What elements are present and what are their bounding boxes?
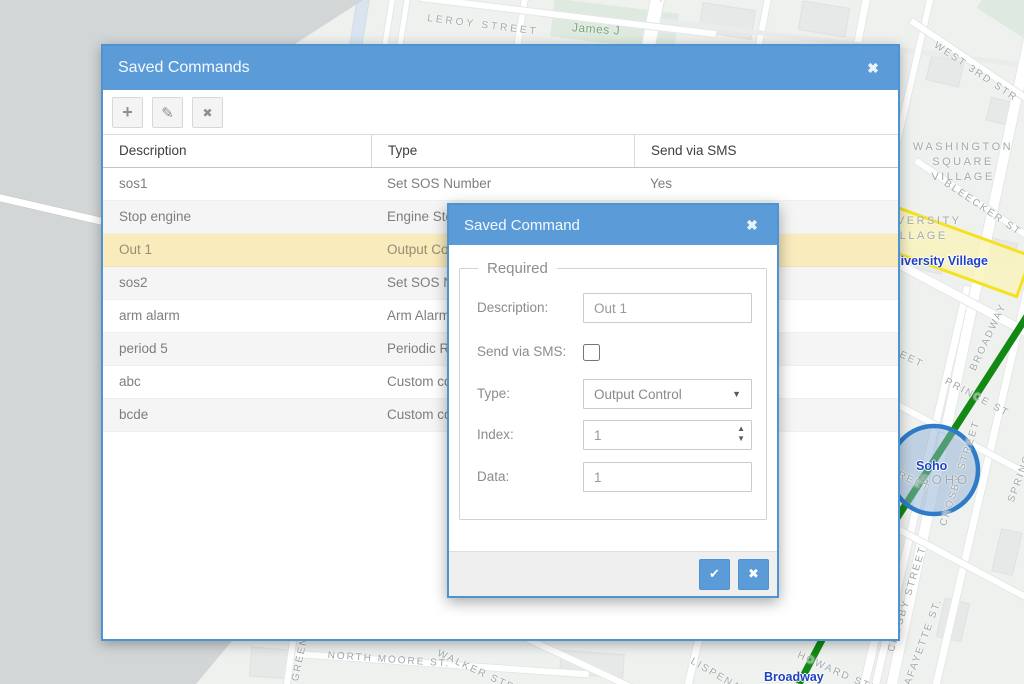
data-input[interactable] <box>583 462 752 492</box>
cell-description: abc <box>103 366 371 398</box>
type-label: Type: <box>477 379 510 409</box>
screen: LEROY STREET James J WEST 3RD STR BLEECK… <box>0 0 1024 684</box>
cell-sms: Yes <box>634 168 898 200</box>
sms-label: Send via SMS: <box>477 337 566 367</box>
index-row: Index: ▲ ▼ <box>460 420 766 450</box>
cell-description: bcde <box>103 399 371 431</box>
poi-label-soho: Soho <box>916 459 947 473</box>
commands-toolbar: + ✎ ✖ <box>103 90 898 135</box>
area-label-washington-square-village: WASHINGTON SQUARE VILLAGE <box>898 140 1024 185</box>
x-icon: ✖ <box>202 106 212 120</box>
x-icon: ✖ <box>748 566 759 582</box>
required-fieldset: Required Description: Send via SMS: Type… <box>459 260 767 520</box>
index-spinner[interactable]: ▲ ▼ <box>737 424 745 444</box>
saved-command-titlebar: Saved Command ✖ <box>449 205 777 245</box>
window-title: Saved Commands <box>103 59 250 77</box>
description-row: Description: <box>460 293 766 323</box>
check-icon: ✔ <box>709 566 720 582</box>
column-header-description[interactable]: Description <box>103 135 371 167</box>
spin-up-icon[interactable]: ▲ <box>737 424 745 434</box>
cancel-button[interactable]: ✖ <box>738 559 769 590</box>
commands-table-header: Description Type Send via SMS <box>103 135 898 168</box>
cell-description: period 5 <box>103 333 371 365</box>
cell-description: arm alarm <box>103 300 371 332</box>
pencil-icon: ✎ <box>161 104 174 122</box>
description-input[interactable] <box>583 293 752 323</box>
sms-checkbox[interactable] <box>583 344 600 361</box>
sms-row: Send via SMS: <box>460 337 766 367</box>
column-header-sms[interactable]: Send via SMS <box>634 135 898 167</box>
cell-description: sos1 <box>103 168 371 200</box>
data-label: Data: <box>477 462 509 492</box>
area-label-line: SQUARE <box>898 155 1024 170</box>
confirm-button[interactable]: ✔ <box>699 559 730 590</box>
area-label-soho: SOHO <box>920 472 970 487</box>
description-label: Description: <box>477 293 548 323</box>
type-row: Type: Output Control ▼ <box>460 379 766 409</box>
index-label: Index: <box>477 420 514 450</box>
saved-command-dialog: Saved Command ✖ Required Description: Se… <box>447 203 779 598</box>
add-command-button[interactable]: + <box>112 97 143 128</box>
type-dropdown-value: Output Control <box>594 387 732 402</box>
dialog-body: Required Description: Send via SMS: Type… <box>449 245 777 551</box>
cell-description: sos2 <box>103 267 371 299</box>
column-header-type[interactable]: Type <box>371 135 634 167</box>
saved-commands-titlebar: Saved Commands ✖ <box>103 46 898 90</box>
spin-down-icon[interactable]: ▼ <box>737 434 745 444</box>
delete-command-button[interactable]: ✖ <box>192 97 223 128</box>
index-input[interactable] <box>583 420 752 450</box>
plus-icon: + <box>122 102 133 123</box>
dialog-footer: ✔ ✖ <box>449 551 777 596</box>
cell-description: Stop engine <box>103 201 371 233</box>
data-row: Data: <box>460 462 766 492</box>
edit-command-button[interactable]: ✎ <box>152 97 183 128</box>
poi-label-broadway: Broadway <box>764 670 824 684</box>
table-row[interactable]: sos1 Set SOS Number Yes <box>103 168 898 201</box>
cell-type: Set SOS Number <box>371 168 634 200</box>
area-label-line: VILLAGE <box>898 170 1024 185</box>
cell-description: Out 1 <box>103 234 371 266</box>
dialog-title: Saved Command <box>449 217 580 234</box>
type-dropdown[interactable]: Output Control ▼ <box>583 379 752 409</box>
chevron-down-icon: ▼ <box>732 389 741 399</box>
close-icon[interactable]: ✖ <box>739 205 765 245</box>
close-icon[interactable]: ✖ <box>860 46 886 90</box>
area-label-line: WASHINGTON <box>898 140 1024 155</box>
required-legend: Required <box>478 260 557 277</box>
